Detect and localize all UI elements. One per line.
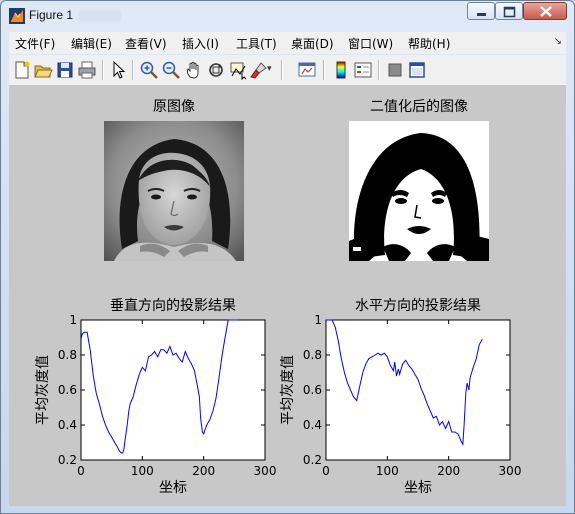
colorbar-icon[interactable]: [331, 60, 351, 80]
menu-help[interactable]: 帮助(H): [408, 35, 450, 52]
original-grayscale-image: [104, 121, 244, 261]
figure-toolbar: ▾: [9, 55, 566, 86]
x-tick-label: 200: [192, 464, 215, 478]
menu-file[interactable]: 文件(F): [15, 35, 55, 52]
chart-title: 水平方向的投影结果: [355, 298, 481, 314]
plot-area: [80, 319, 266, 461]
zoom-out-icon[interactable]: [161, 60, 181, 80]
y-tick-label: 0.4: [303, 418, 322, 432]
legend-icon[interactable]: [353, 60, 373, 80]
x-tick-label: 200: [437, 464, 460, 478]
chart-title: 垂直方向的投影结果: [110, 297, 236, 314]
title-redacted-area: [79, 10, 121, 22]
rotate-3d-icon[interactable]: [206, 60, 226, 80]
show-plot-tools-icon[interactable]: [407, 60, 427, 80]
dock-arrow-icon[interactable]: ↘: [554, 36, 562, 47]
toolbar-separator: [378, 60, 380, 80]
y-tick-label: 1: [69, 313, 77, 327]
x-tick-label: 100: [131, 464, 154, 478]
y-tick-label: 0.4: [58, 418, 77, 432]
y-tick-label: 1: [314, 313, 322, 327]
matlab-figure-icon: [9, 8, 25, 24]
vertical-projection-plot[interactable]: 垂直方向的投影结果0 100 200 3000.20.40.60.81坐标平均灰度值: [9, 286, 287, 506]
menu-edit[interactable]: 编辑(E): [71, 35, 112, 52]
image-title-binary: 二值化后的图像: [370, 99, 468, 115]
edit-plot-icon[interactable]: [109, 60, 129, 80]
figure-window: Figure 1 文件(F) 编辑(E) 查看(V) 插入(I) 工具(T) 桌…: [0, 0, 575, 514]
zoom-in-icon[interactable]: [139, 60, 159, 80]
link-plot-icon[interactable]: [297, 60, 317, 80]
close-icon: [540, 6, 552, 17]
x-tick-label: 0: [77, 464, 85, 478]
save-icon[interactable]: [55, 60, 75, 80]
plot-area: [325, 319, 511, 461]
maximize-icon: [503, 6, 516, 18]
hide-plot-tools-icon[interactable]: [385, 60, 405, 80]
menu-window[interactable]: 窗口(W): [348, 35, 393, 52]
title-bar[interactable]: Figure 1: [1, 1, 574, 31]
x-tick-label: 0: [322, 464, 330, 478]
y-tick-label: 0.2: [58, 453, 77, 467]
y-tick-label: 0.2: [303, 453, 322, 467]
menu-insert[interactable]: 插入(I): [182, 35, 219, 52]
menu-view[interactable]: 查看(V): [125, 35, 167, 52]
menu-desktop[interactable]: 桌面(D): [291, 35, 334, 52]
toolbar-separator: [102, 60, 104, 80]
menu-tools[interactable]: 工具(T): [236, 35, 277, 52]
y-tick-label: 0.6: [303, 383, 322, 397]
minimize-button[interactable]: [467, 2, 495, 20]
y-tick-label: 0.6: [58, 383, 77, 397]
x-axis-label: 坐标: [404, 480, 432, 496]
minimize-icon: [477, 13, 486, 16]
new-figure-icon[interactable]: [12, 60, 32, 80]
pan-icon[interactable]: [184, 60, 204, 80]
y-tick-label: 0.8: [303, 348, 322, 362]
maximize-button[interactable]: [495, 2, 523, 20]
x-axis-label: 坐标: [159, 480, 187, 496]
x-tick-label: 300: [499, 464, 522, 478]
figure-canvas[interactable]: 原图像 二值化后的图像 垂直方向的投影结果 0 100 200 300 0.2 …: [9, 86, 566, 506]
brush-icon[interactable]: [249, 60, 269, 80]
y-tick-label: 0.8: [58, 348, 77, 362]
print-icon[interactable]: [77, 60, 97, 80]
toolbar-separator: [281, 60, 283, 80]
y-axis-label: 平均灰度值: [35, 355, 51, 425]
menu-bar: 文件(F) 编辑(E) 查看(V) 插入(I) 工具(T) 桌面(D) 窗口(W…: [9, 32, 566, 54]
toolbar-separator: [132, 60, 134, 80]
brush-dropdown-icon[interactable]: ▾: [267, 64, 277, 84]
image-title-original: 原图像: [153, 99, 195, 115]
horizontal-projection-plot[interactable]: 水平方向的投影结果 0 100 200 300 0.2 0.4 0.6 0.8 1 坐标 平均灰度值: [254, 286, 532, 506]
data-cursor-icon[interactable]: [228, 60, 248, 80]
open-file-icon[interactable]: [33, 60, 53, 80]
y-axis-label: 平均灰度值: [280, 355, 296, 425]
close-button[interactable]: [523, 2, 567, 20]
toolbar-separator: [323, 60, 325, 80]
window-title: Figure 1: [29, 8, 74, 22]
binary-image: [349, 121, 489, 261]
x-tick-label: 100: [376, 464, 399, 478]
